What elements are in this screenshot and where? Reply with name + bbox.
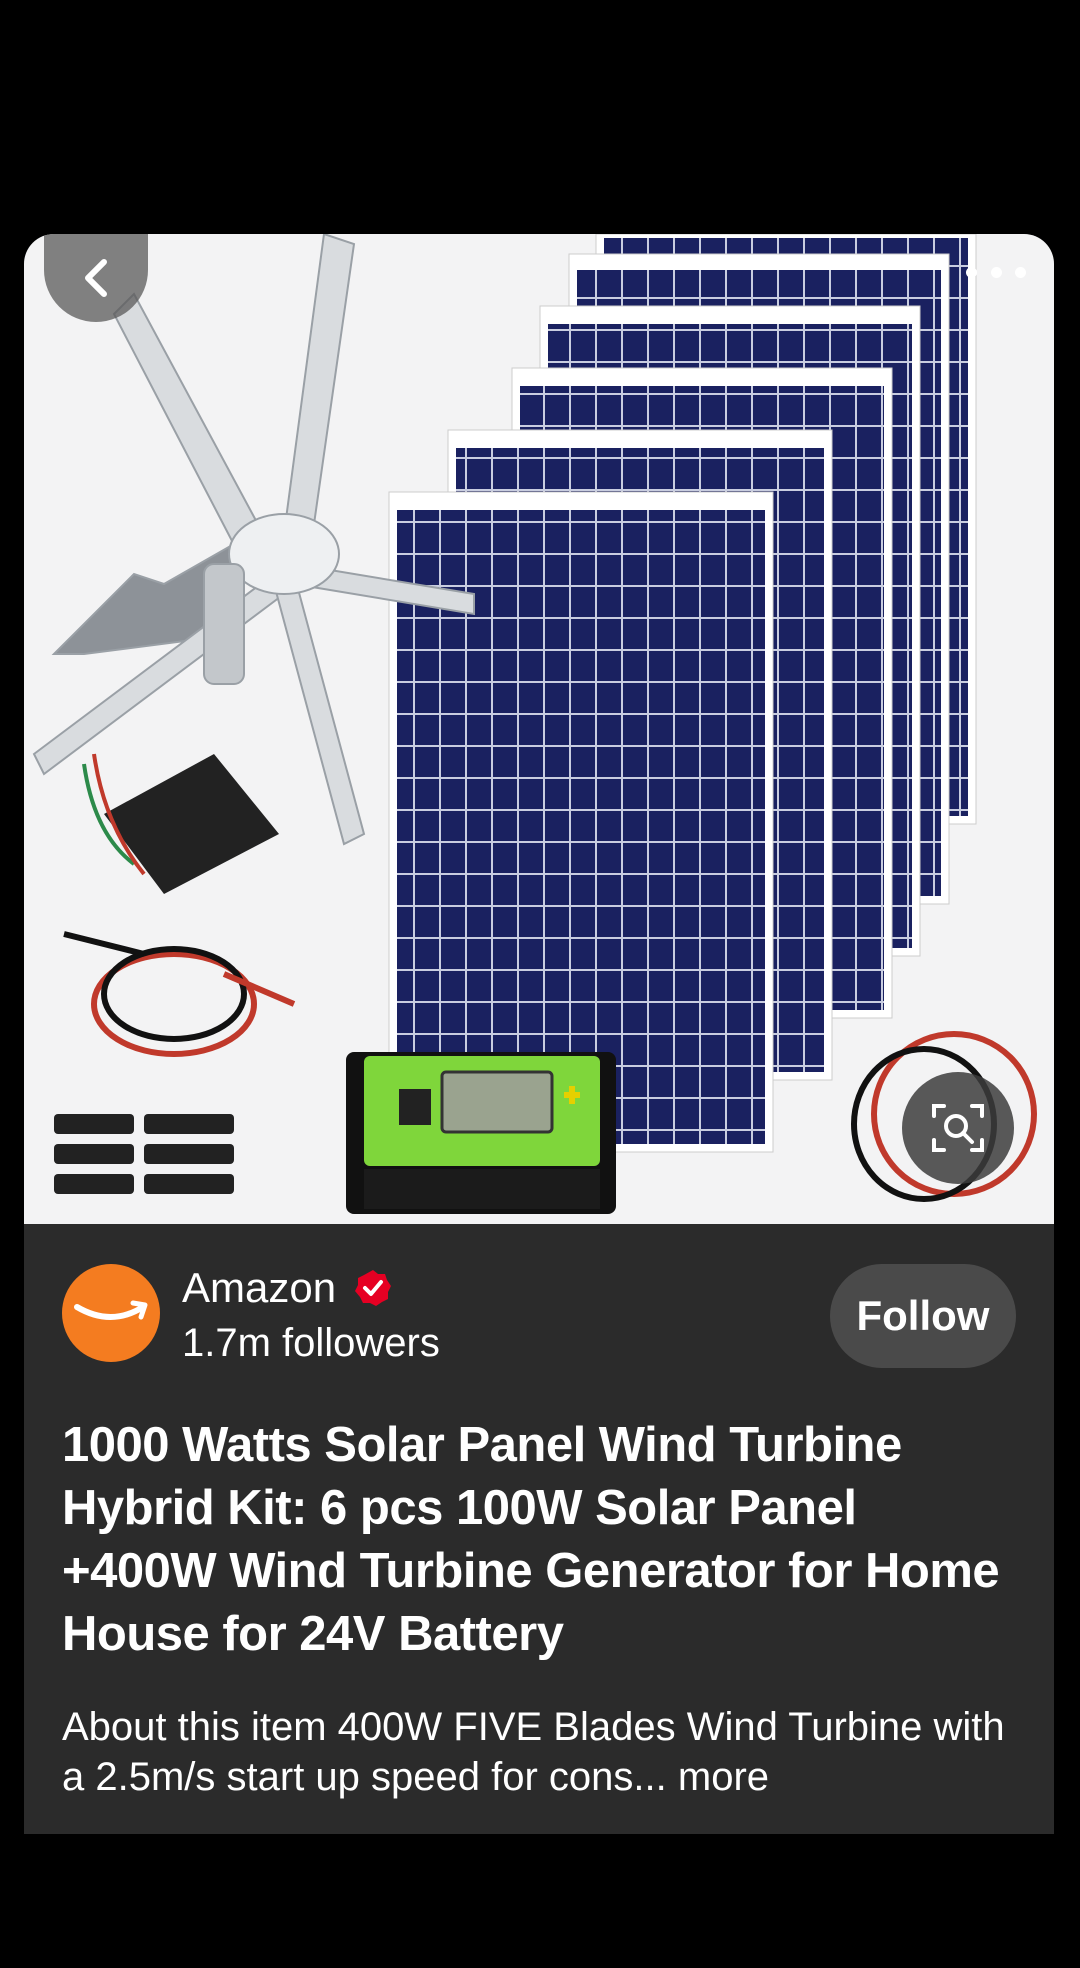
- visual-search-icon: [932, 1104, 984, 1152]
- more-link[interactable]: more: [678, 1755, 769, 1799]
- pin-title: 1000 Watts Solar Panel Wind Turbine Hybr…: [62, 1418, 1000, 1661]
- more-horizontal-icon: [966, 266, 977, 278]
- solar-charge-controller: [346, 1052, 616, 1214]
- pin-description: About this item 400W FIVE Blades Wind Tu…: [62, 1702, 1022, 1802]
- description-text: About this item 400W FIVE Blades Wind Tu…: [62, 1705, 1005, 1799]
- mc4-connectors: [54, 1114, 234, 1194]
- amazon-logo-icon: [74, 1300, 148, 1320]
- seller-avatar[interactable]: [62, 1264, 160, 1362]
- seller-name: Amazon: [182, 1264, 337, 1311]
- more-dot: [1015, 266, 1026, 278]
- cables: [63, 931, 296, 1057]
- solar-panels: [388, 234, 977, 1153]
- verified-badge-icon: [355, 1270, 392, 1306]
- follower-count: 1.7m followers: [182, 1321, 440, 1365]
- pin-card: Amazon 1.7m followers Follow 1000 Watts …: [24, 234, 1054, 1834]
- visual-search-button[interactable]: [902, 1072, 1014, 1184]
- product-image[interactable]: [24, 234, 1054, 1224]
- wind-controller: [82, 753, 279, 894]
- more-options-button[interactable]: [966, 260, 1026, 284]
- follow-button[interactable]: Follow: [830, 1264, 1016, 1368]
- more-dot: [990, 266, 1002, 278]
- chevron-left-icon: [85, 259, 107, 297]
- seller-name-row[interactable]: Amazon: [182, 1264, 392, 1312]
